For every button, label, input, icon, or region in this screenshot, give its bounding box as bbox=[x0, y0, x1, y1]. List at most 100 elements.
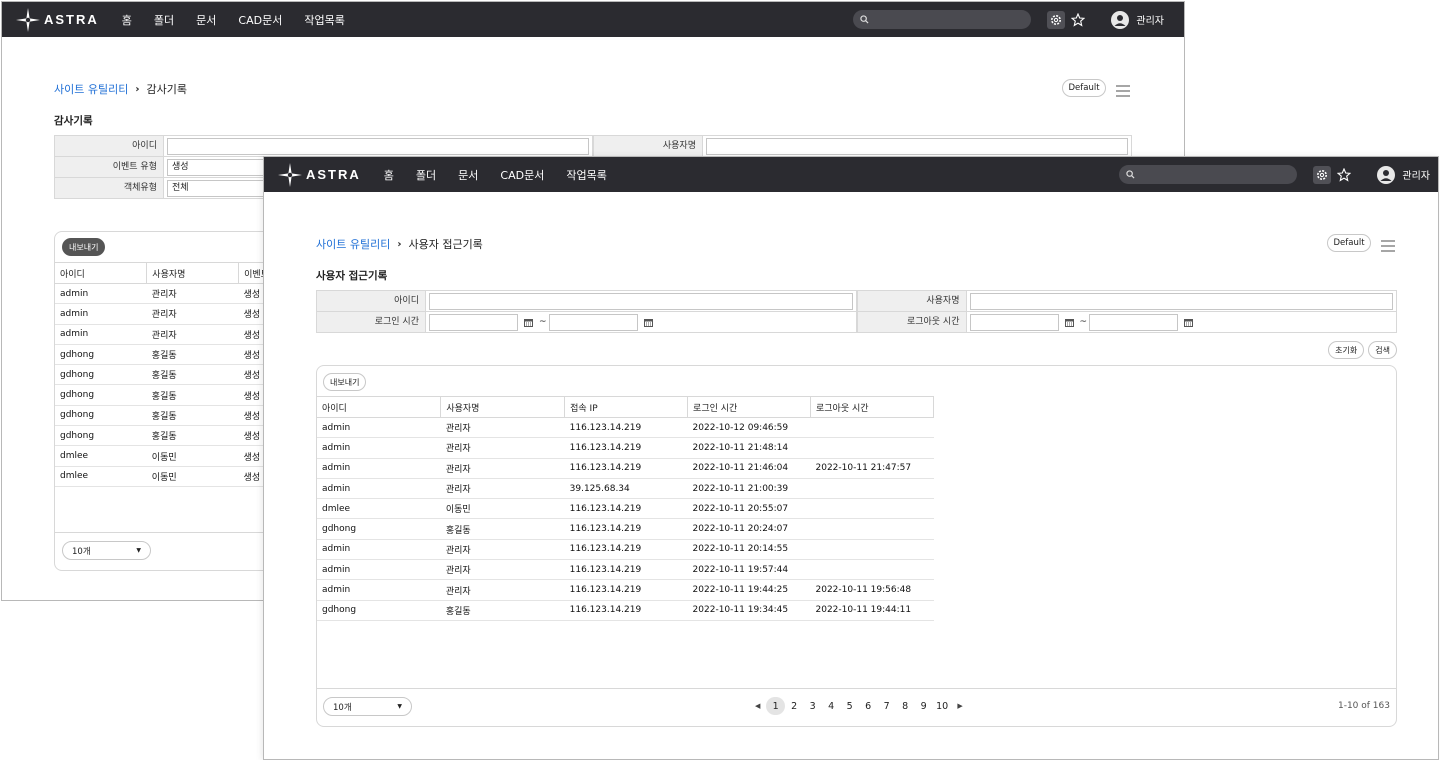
hamburger-menu-icon[interactable] bbox=[1381, 237, 1395, 256]
table-row[interactable]: dmlee 이동민 116.123.14.219 2022-10-11 20:55:0… bbox=[317, 498, 934, 520]
nav-home[interactable]: 홈 bbox=[384, 167, 394, 183]
breadcrumb-separator-icon: › bbox=[135, 83, 140, 95]
page-3[interactable]: 3 bbox=[803, 697, 822, 715]
column-header-user[interactable]: 사용자명 bbox=[146, 262, 240, 284]
logout-end-date-input[interactable] bbox=[1089, 313, 1179, 331]
table-row[interactable]: gdhong 홍길동 생성 bbox=[55, 384, 285, 406]
cell-logout-time bbox=[810, 559, 934, 581]
nav-document[interactable]: 문서 bbox=[458, 167, 478, 183]
logout-start-date-input[interactable] bbox=[969, 313, 1059, 331]
brand-logo[interactable]: ASTRA bbox=[278, 162, 361, 187]
nav-worklist[interactable]: 작업목록 bbox=[304, 12, 344, 28]
calendar-icon[interactable] bbox=[524, 318, 533, 327]
reset-button[interactable]: 초기화 bbox=[1328, 341, 1365, 359]
page-9[interactable]: 9 bbox=[914, 697, 933, 715]
cell-id: gdhong bbox=[55, 364, 147, 386]
breadcrumb-separator-icon: › bbox=[397, 238, 402, 250]
table-row[interactable]: admin 관리자 생성 bbox=[55, 324, 285, 345]
table-row[interactable]: admin 관리자 116.123.14.219 2022-10-11 20:14:5… bbox=[317, 539, 934, 561]
table-row[interactable]: admin 관리자 116.123.14.219 2022-10-11 19:57:4… bbox=[317, 559, 934, 581]
cell-id: gdhong bbox=[317, 518, 441, 540]
table-row[interactable]: admin 관리자 생성 bbox=[55, 283, 285, 305]
breadcrumb: 사이트 유틸리티 › 사용자 접근기록 bbox=[316, 236, 483, 252]
login-end-date-input[interactable] bbox=[548, 313, 638, 331]
cell-id: admin bbox=[317, 539, 441, 561]
nav-document[interactable]: 문서 bbox=[196, 12, 216, 28]
page-5[interactable]: 5 bbox=[840, 697, 859, 715]
next-page-icon[interactable]: ▶ bbox=[957, 702, 962, 710]
default-view-button[interactable]: Default bbox=[1327, 234, 1371, 252]
table-row[interactable]: dmlee 이동민 생성 bbox=[55, 445, 285, 467]
settings-button[interactable] bbox=[1313, 165, 1332, 184]
nav-home[interactable]: 홈 bbox=[122, 12, 132, 28]
calendar-icon[interactable] bbox=[1064, 318, 1074, 327]
login-start-date-input[interactable] bbox=[429, 313, 518, 331]
column-header-id[interactable]: 아이디 bbox=[317, 396, 442, 418]
table-row[interactable]: gdhong 홍길동 116.123.14.219 2022-10-11 20:24:… bbox=[317, 518, 934, 540]
table-row[interactable]: gdhong 홍길동 생성 bbox=[55, 405, 285, 427]
global-search-input[interactable] bbox=[1119, 165, 1298, 184]
page-10[interactable]: 10 bbox=[933, 697, 952, 715]
page-size-select[interactable]: 10개 ▼ bbox=[323, 697, 412, 716]
id-input[interactable] bbox=[429, 292, 853, 310]
column-header-id[interactable]: 아이디 bbox=[55, 262, 148, 284]
page-1[interactable]: 1 bbox=[766, 697, 785, 715]
search-button[interactable]: 검색 bbox=[1368, 341, 1397, 359]
favorites-button[interactable] bbox=[1337, 167, 1352, 182]
page-4[interactable]: 4 bbox=[822, 697, 841, 715]
filter-label-object: 객체유형 bbox=[54, 178, 164, 198]
table-row[interactable]: gdhong 홍길동 생성 bbox=[55, 364, 285, 386]
column-header-user[interactable]: 사용자명 bbox=[440, 396, 566, 418]
id-input[interactable] bbox=[167, 137, 589, 155]
table-row[interactable]: gdhong 홍길동 116.123.14.219 2022-10-11 19:34:… bbox=[317, 600, 934, 621]
user-menu[interactable]: 관리자 bbox=[1111, 10, 1164, 29]
table-row[interactable]: admin 관리자 116.123.14.219 2022-10-12 09:46:5… bbox=[317, 417, 934, 439]
calendar-icon[interactable] bbox=[643, 318, 653, 327]
column-header-logout-time[interactable]: 로그아웃 시간 bbox=[810, 396, 934, 418]
cell-ip: 116.123.14.219 bbox=[564, 579, 688, 601]
export-button[interactable]: 내보내기 bbox=[323, 373, 367, 391]
nav-cad-document[interactable]: CAD문서 bbox=[500, 167, 544, 183]
page-8[interactable]: 8 bbox=[896, 697, 915, 715]
breadcrumb-site-utility[interactable]: 사이트 유틸리티 bbox=[316, 236, 390, 252]
page-6[interactable]: 6 bbox=[859, 697, 878, 715]
column-header-login-time[interactable]: 로그인 시간 bbox=[687, 396, 811, 418]
nav-worklist[interactable]: 작업목록 bbox=[566, 167, 606, 183]
hamburger-menu-icon[interactable] bbox=[1116, 82, 1130, 101]
table-row[interactable]: admin 관리자 116.123.14.219 2022-10-11 21:46:0… bbox=[317, 458, 934, 479]
global-search-input[interactable] bbox=[853, 10, 1032, 29]
nav-cad-document[interactable]: CAD문서 bbox=[238, 12, 282, 28]
column-header-ip[interactable]: 접속 IP bbox=[564, 396, 689, 418]
page-7[interactable]: 7 bbox=[877, 697, 896, 715]
filter-label-id: 아이디 bbox=[316, 291, 426, 311]
table-row[interactable]: admin 관리자 생성 bbox=[55, 303, 285, 325]
table-row[interactable]: admin 관리자 116.123.14.219 2022-10-11 21:48:1… bbox=[317, 437, 934, 459]
page-2[interactable]: 2 bbox=[785, 697, 804, 715]
table-row[interactable]: admin 관리자 116.123.14.219 2022-10-11 19:44:2… bbox=[317, 579, 934, 601]
user-menu[interactable]: 관리자 bbox=[1377, 165, 1430, 184]
cell-id: gdhong bbox=[55, 425, 147, 447]
calendar-icon[interactable] bbox=[1184, 318, 1194, 327]
table-row[interactable]: admin 관리자 39.125.68.34 2022-10-11 21:00:39 bbox=[317, 478, 934, 500]
nav-folder[interactable]: 폴더 bbox=[154, 12, 174, 28]
cell-ip: 116.123.14.219 bbox=[564, 559, 688, 581]
favorites-button[interactable] bbox=[1071, 12, 1086, 27]
filter-label-event: 이벤트 유형 bbox=[54, 157, 164, 177]
user-name-input[interactable] bbox=[969, 292, 1393, 310]
page-size-select[interactable]: 10개 ▼ bbox=[62, 541, 151, 560]
cell-user: 홍길동 bbox=[146, 344, 239, 366]
table-row[interactable]: gdhong 홍길동 생성 bbox=[55, 425, 285, 447]
cell-id: gdhong bbox=[55, 384, 147, 406]
table-row[interactable]: gdhong 홍길동 생성 bbox=[55, 344, 285, 366]
breadcrumb-site-utility[interactable]: 사이트 유틸리티 bbox=[54, 81, 128, 97]
nav-folder[interactable]: 폴더 bbox=[416, 167, 436, 183]
default-view-button[interactable]: Default bbox=[1062, 79, 1106, 97]
user-name-input[interactable] bbox=[706, 137, 1128, 155]
cell-id: gdhong bbox=[317, 600, 441, 621]
prev-page-icon[interactable]: ◀ bbox=[755, 702, 760, 710]
table-row[interactable]: dmlee 이동민 생성 bbox=[55, 466, 285, 487]
settings-button[interactable] bbox=[1047, 10, 1066, 29]
export-button[interactable]: 내보내기 bbox=[62, 238, 106, 256]
cell-id: admin bbox=[317, 437, 441, 459]
brand-logo[interactable]: ASTRA bbox=[16, 7, 99, 32]
